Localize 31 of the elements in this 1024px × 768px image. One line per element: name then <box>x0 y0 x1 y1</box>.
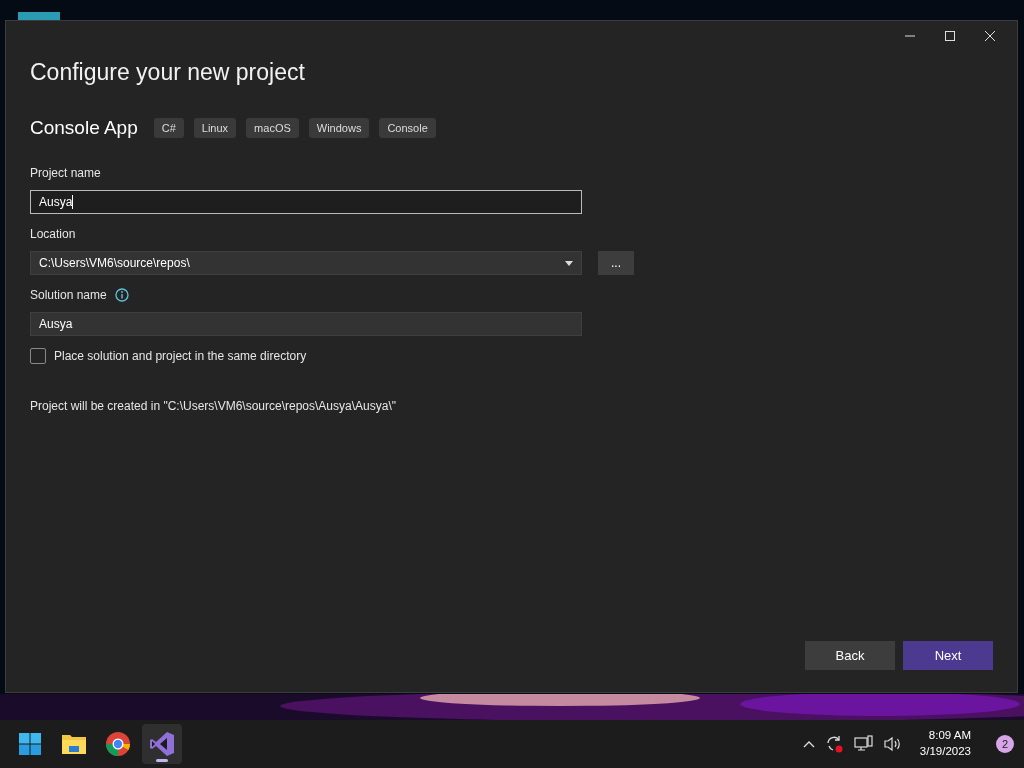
windows-logo-icon[interactable] <box>18 732 42 756</box>
browse-button[interactable]: ... <box>598 251 634 275</box>
clock-time[interactable]: 8:09 AM <box>919 728 971 744</box>
summary-text: Project will be created in "C:\Users\VM6\source\repos\Ausya\Ausya\" <box>30 398 397 415</box>
checkbox-label[interactable]: Place solution and project in the same directory <box>54 347 307 365</box>
solution-name-field[interactable]: Ausya <box>30 312 582 336</box>
field-label: Solution name <box>30 287 107 304</box>
network-icon[interactable] <box>853 735 874 753</box>
tag: Linux <box>193 117 237 138</box>
clock-date[interactable]: 3/19/2023 <box>919 744 971 760</box>
field-label: Project name <box>30 165 102 182</box>
next-button[interactable]: Next <box>903 641 993 670</box>
window-title: Configure your new project <box>30 58 306 87</box>
tag: macOS <box>246 117 299 138</box>
sync-icon[interactable] <box>824 734 845 754</box>
project-name-field[interactable]: Ausya <box>30 190 582 214</box>
speaker-icon[interactable] <box>882 735 903 753</box>
back-button[interactable]: Back <box>805 641 895 670</box>
info-icon[interactable] <box>114 288 129 302</box>
tag: Windows <box>308 117 370 138</box>
folder-icon[interactable] <box>61 733 87 755</box>
checkbox[interactable] <box>30 348 46 364</box>
dropdown-caret-icon[interactable] <box>565 260 573 266</box>
field-label: Location <box>30 226 77 243</box>
tag: C# <box>153 117 184 138</box>
notification-badge[interactable]: 2 <box>996 735 1014 753</box>
location-dropdown[interactable]: C:\Users\VM6\source\repos\ <box>30 251 582 275</box>
template-name: Console App <box>30 115 138 140</box>
ide-logo-icon[interactable] <box>149 731 175 757</box>
browser-icon[interactable] <box>105 731 131 757</box>
tag: Console <box>379 117 436 138</box>
